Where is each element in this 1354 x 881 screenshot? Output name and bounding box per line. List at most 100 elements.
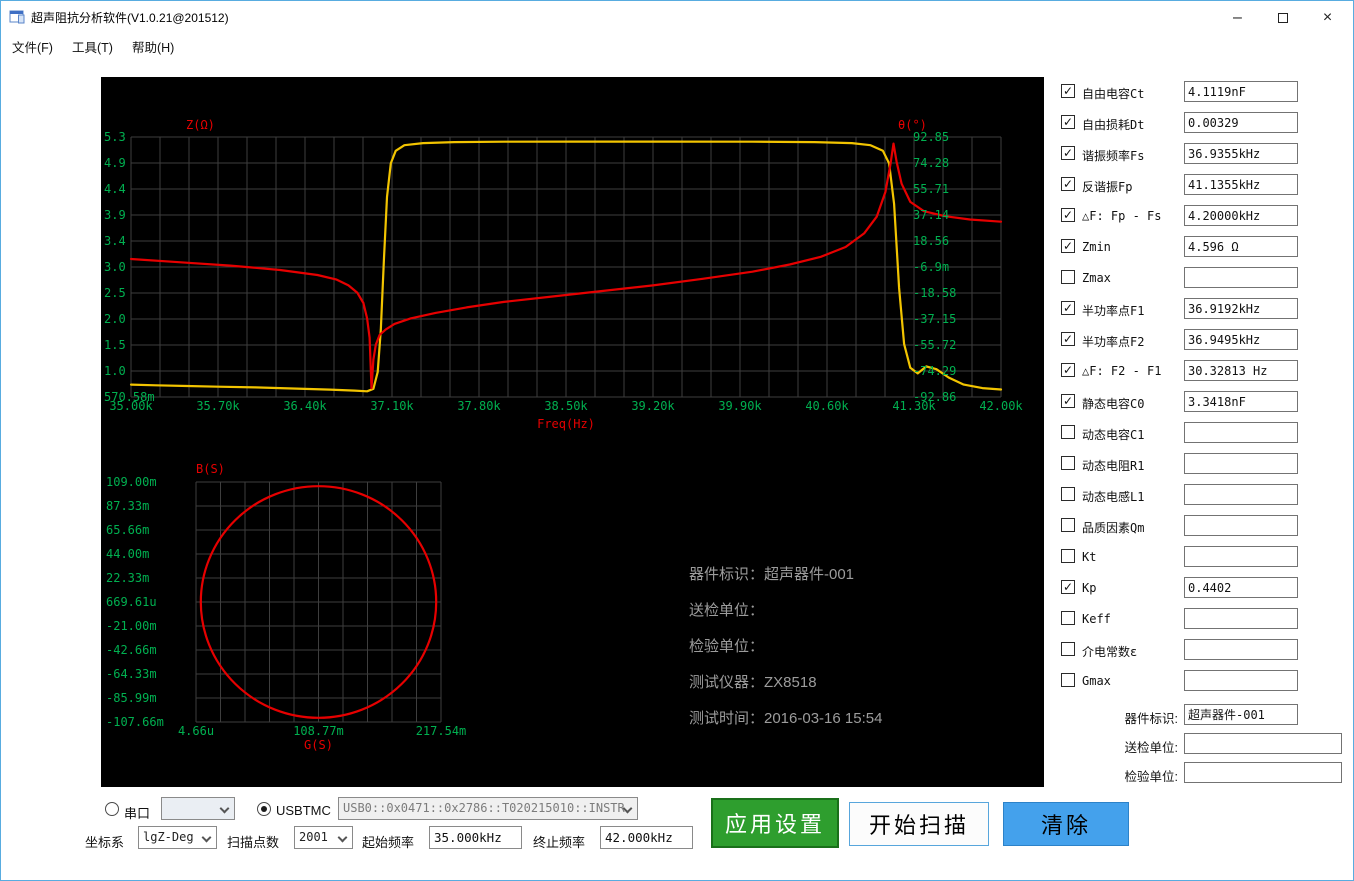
result-value-input[interactable] — [1184, 391, 1298, 412]
result-checkbox[interactable]: ✓ — [1061, 208, 1075, 222]
usbtmc-radio[interactable] — [257, 802, 271, 816]
identity-input[interactable] — [1184, 733, 1342, 754]
result-row: ✓ 自由电容Ct — [1058, 81, 1350, 102]
result-value-input[interactable] — [1184, 112, 1298, 133]
identity-input[interactable] — [1184, 762, 1342, 783]
apply-settings-button[interactable]: 应用设置 — [711, 798, 839, 848]
identity-label: 送检单位: — [1124, 741, 1178, 755]
theta-tick-label: 37.14 — [913, 208, 949, 222]
theta-tick-label: 55.71 — [913, 182, 949, 196]
menu-item-help[interactable]: 帮助(H) — [132, 37, 174, 56]
coord-system-label: 坐标系 — [85, 835, 125, 850]
result-value-input[interactable] — [1184, 422, 1298, 443]
result-checkbox[interactable]: ✓ — [1061, 115, 1075, 129]
result-checkbox[interactable] — [1061, 518, 1075, 532]
device-info-line: 测试仪器：ZX8518 — [689, 674, 817, 691]
result-label: 品质因素Qm — [1082, 521, 1145, 535]
result-row: ✓ △F: F2 - F1 — [1058, 360, 1350, 381]
menu-bar: 文件(F) 工具(T) 帮助(H) — [2, 32, 1352, 58]
result-label: 静态电容C0 — [1082, 397, 1145, 411]
result-value-input[interactable] — [1184, 174, 1298, 195]
coord-system-combo[interactable]: lgZ-Deg — [138, 826, 217, 849]
result-checkbox[interactable] — [1061, 549, 1075, 563]
result-value-input[interactable] — [1184, 236, 1298, 257]
result-checkbox[interactable]: ✓ — [1061, 146, 1075, 160]
result-label: Keff — [1082, 612, 1111, 626]
result-row: 动态电感L1 — [1058, 484, 1350, 505]
results-panel: ✓自由电容Ct✓自由损耗Dt✓谐振频率Fs✓反谐振Fp✓△F: Fp - Fs✓… — [1058, 81, 1350, 701]
result-value-input[interactable] — [1184, 484, 1298, 505]
result-checkbox[interactable] — [1061, 487, 1075, 501]
result-label: 谐振频率Fs — [1082, 149, 1145, 163]
result-value-input[interactable] — [1184, 670, 1298, 691]
freq-tick-label: 42.00k — [979, 399, 1023, 413]
minimize-icon: – — [1233, 9, 1242, 26]
usb-address-combo[interactable]: USB0::0x0471::0x2786::T020215010::INSTR — [338, 797, 638, 820]
result-row: 介电常数ε — [1058, 639, 1350, 660]
minimize-button[interactable]: – — [1215, 3, 1260, 33]
result-checkbox[interactable] — [1061, 642, 1075, 656]
result-checkbox[interactable] — [1061, 673, 1075, 687]
result-checkbox[interactable]: ✓ — [1061, 177, 1075, 191]
clear-button[interactable]: 清除 — [1003, 802, 1129, 846]
result-value-input[interactable] — [1184, 515, 1298, 536]
result-checkbox[interactable]: ✓ — [1061, 363, 1075, 377]
serial-port-combo[interactable] — [161, 797, 235, 820]
result-value-input[interactable] — [1184, 205, 1298, 226]
menu-item-tools[interactable]: 工具(T) — [72, 37, 113, 56]
result-checkbox[interactable]: ✓ — [1061, 332, 1075, 346]
identity-input[interactable] — [1184, 704, 1298, 725]
z-tick-label: 5.3 — [104, 130, 126, 144]
result-row: ✓ 静态电容C0 — [1058, 391, 1350, 412]
result-value-input[interactable] — [1184, 608, 1298, 629]
b-tick-label: 109.00m — [106, 475, 157, 489]
result-checkbox[interactable]: ✓ — [1061, 239, 1075, 253]
result-value-input[interactable] — [1184, 577, 1298, 598]
stop-frequency-input[interactable] — [600, 826, 693, 849]
b-tick-label: 44.00m — [106, 547, 149, 561]
result-row: ✓ 半功率点F2 — [1058, 329, 1350, 350]
window-controls: – × — [1215, 3, 1350, 33]
result-checkbox[interactable]: ✓ — [1061, 394, 1075, 408]
b-tick-label: 669.61u — [106, 595, 157, 609]
b-tick-label: -64.33m — [106, 667, 157, 681]
freq-tick-label: 35.70k — [196, 399, 240, 413]
result-label: 动态电阻R1 — [1082, 459, 1145, 473]
z-tick-label: 2.5 — [104, 286, 126, 300]
result-value-input[interactable] — [1184, 143, 1298, 164]
result-label: 半功率点F1 — [1082, 304, 1145, 318]
close-button[interactable]: × — [1305, 3, 1350, 33]
result-checkbox[interactable]: ✓ — [1061, 301, 1075, 315]
result-value-input[interactable] — [1184, 546, 1298, 567]
start-scan-button[interactable]: 开始扫描 — [849, 802, 989, 846]
result-value-input[interactable] — [1184, 267, 1298, 288]
menu-item-file[interactable]: 文件(F) — [12, 37, 53, 56]
result-value-input[interactable] — [1184, 360, 1298, 381]
result-checkbox[interactable]: ✓ — [1061, 84, 1075, 98]
chevron-down-icon — [337, 832, 348, 843]
start-frequency-input[interactable] — [429, 826, 522, 849]
result-checkbox[interactable] — [1061, 611, 1075, 625]
result-checkbox[interactable]: ✓ — [1061, 580, 1075, 594]
theta-tick-label: -18.58 — [913, 286, 956, 300]
identity-row: 器件标识: — [1058, 704, 1350, 726]
result-checkbox[interactable] — [1061, 456, 1075, 470]
result-value-input[interactable] — [1184, 298, 1298, 319]
identity-panel: 器件标识: 送检单位: 检验单位: — [1058, 704, 1350, 791]
result-value-input[interactable] — [1184, 329, 1298, 350]
result-checkbox[interactable] — [1061, 270, 1075, 284]
maximize-icon — [1277, 13, 1288, 23]
theta-tick-label: 74.28 — [913, 156, 949, 170]
result-checkbox[interactable] — [1061, 425, 1075, 439]
theta-tick-label: -37.15 — [913, 312, 956, 326]
coord-system-combo-text: lgZ-Deg — [143, 830, 194, 844]
result-value-input[interactable] — [1184, 81, 1298, 102]
result-value-input[interactable] — [1184, 453, 1298, 474]
maximize-button[interactable] — [1260, 3, 1305, 33]
scan-points-combo[interactable]: 2001 — [294, 826, 353, 849]
result-value-input[interactable] — [1184, 639, 1298, 660]
freq-axis-title: Freq(Hz) — [537, 417, 595, 431]
serial-radio[interactable] — [105, 802, 119, 816]
scan-points-combo-text: 2001 — [299, 830, 328, 844]
device-info-line: 检验单位： — [689, 638, 765, 655]
